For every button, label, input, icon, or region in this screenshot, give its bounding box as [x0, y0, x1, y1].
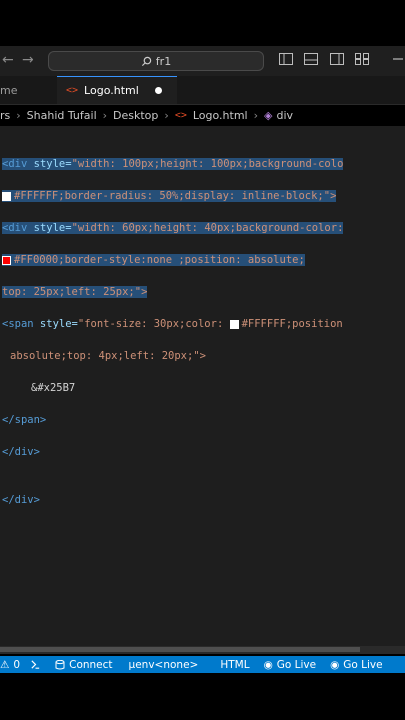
- code-token-string: "width: 60px;height: 40px;background-col…: [71, 222, 344, 234]
- breadcrumb-item[interactable]: rs: [0, 109, 10, 122]
- code-token-entity: &#x25B7: [31, 382, 76, 394]
- code-line: <span style="font-size: 30px;color: #FFF…: [2, 316, 343, 332]
- code-token-tag: <span: [2, 318, 34, 330]
- code-line: &#x25B7: [2, 380, 343, 396]
- database-icon: [55, 659, 65, 669]
- horizontal-scrollbar[interactable]: [0, 646, 405, 654]
- toggle-secondary-sidebar-icon[interactable]: [330, 53, 344, 65]
- code-token-tag: </div>: [2, 494, 40, 506]
- chevron-right-icon: ›: [164, 108, 169, 122]
- color-swatch-icon[interactable]: [2, 255, 11, 265]
- go-live-label: Go Live: [276, 658, 317, 671]
- forward-arrow-icon[interactable]: →: [22, 52, 34, 68]
- code-token-string: top: 25px;left: 25px;">: [2, 286, 148, 298]
- broadcast-icon: ◉: [330, 658, 340, 671]
- code-token-string: #FF0000;border-style:none ;position: abs…: [14, 254, 305, 266]
- tab-label: me: [0, 83, 18, 97]
- search-text: fr1: [155, 54, 172, 68]
- go-live-button[interactable]: ◉ Go Live: [264, 659, 317, 671]
- unsaved-dot-icon[interactable]: [154, 87, 162, 94]
- problems-indicator[interactable]: ⚠ 0: [0, 659, 20, 671]
- breadcrumb-item[interactable]: div: [276, 109, 293, 122]
- breadcrumb-item[interactable]: Logo.html: [193, 109, 248, 122]
- connect-button[interactable]: Connect: [55, 658, 113, 671]
- remote-indicator[interactable]: [30, 659, 41, 670]
- status-bar: ⚠ 0 Connect μenv<none> HTML ◉ Go Live ◉ …: [0, 656, 405, 673]
- customize-layout-icon[interactable]: [355, 53, 369, 65]
- tab-label: Logo.html: [84, 84, 139, 97]
- video-top-band: [0, 0, 405, 46]
- venv-label: μenv<none>: [128, 658, 199, 671]
- color-swatch-icon[interactable]: [2, 191, 11, 201]
- code-token-string: #FFFFFF;position: [241, 318, 343, 330]
- code-token-tag: </div>: [2, 446, 40, 458]
- html-file-icon: <>: [66, 85, 79, 96]
- code-token-tag: <div: [2, 158, 28, 170]
- code-line: absolute;top: 4px;left: 20px;">: [2, 348, 343, 364]
- language-mode[interactable]: HTML: [220, 659, 249, 671]
- scrollbar-thumb[interactable]: [0, 647, 360, 652]
- warning-icon: ⚠: [0, 658, 10, 671]
- remote-icon: [31, 660, 40, 669]
- connect-label: Connect: [69, 658, 113, 671]
- chevron-right-icon: ›: [253, 108, 259, 122]
- go-live-button-2[interactable]: ◉ Go Live: [330, 659, 383, 671]
- breadcrumb-item[interactable]: Shahid Tufail: [27, 109, 97, 122]
- tab-previous[interactable]: me: [0, 76, 57, 104]
- code-line: </span>: [2, 412, 343, 428]
- code-lines: <div style="width: 100px;height: 100px;b…: [2, 140, 344, 540]
- chevron-right-icon: ›: [102, 108, 108, 122]
- code-token-string: "font-size: 30px;color:: [77, 318, 230, 330]
- toggle-primary-sidebar-icon[interactable]: [279, 53, 293, 65]
- toggle-panel-icon[interactable]: [304, 53, 318, 65]
- tab-logo-html[interactable]: <> Logo.html: [57, 76, 177, 104]
- video-bottom-band: [0, 673, 405, 720]
- minimize-icon[interactable]: [391, 53, 403, 65]
- code-line: <div style="width: 60px;height: 40px;bac…: [2, 220, 344, 236]
- code-line: #FFFFFF;border-radius: 50%;display: inli…: [2, 188, 343, 204]
- code-editor[interactable]: <div style="width: 100px;height: 100px;b…: [0, 126, 405, 646]
- language-label: HTML: [220, 658, 250, 671]
- color-swatch-icon[interactable]: [229, 319, 239, 329]
- code-line: </div>: [2, 492, 343, 508]
- go-live-label: Go Live: [343, 658, 383, 671]
- code-token-tag: </span>: [2, 414, 47, 426]
- back-arrow-icon[interactable]: ←: [2, 52, 14, 68]
- element-icon: ◈: [264, 108, 273, 122]
- code-token-string: "width: 100px;height: 100px;background-c…: [71, 158, 344, 170]
- code-token-string: absolute;top: 4px;left: 20px;">: [10, 350, 206, 362]
- code-line: </div>: [2, 444, 343, 460]
- broadcast-icon: ◉: [263, 658, 273, 671]
- code-token-attr: style=: [27, 222, 72, 234]
- chevron-right-icon: ›: [16, 108, 21, 122]
- problems-count: 0: [13, 658, 21, 671]
- code-token-string: #FFFFFF;border-radius: 50%;display: inli…: [14, 190, 337, 202]
- code-token-tag: <div: [2, 222, 28, 234]
- code-token-attr: style=: [27, 158, 72, 170]
- search-icon: [141, 56, 152, 66]
- code-token-attr: style=: [33, 318, 78, 330]
- code-line: #FF0000;border-style:none ;position: abs…: [2, 252, 343, 268]
- command-center-search[interactable]: fr1: [48, 51, 264, 71]
- python-env-indicator[interactable]: μenv<none>: [129, 659, 199, 671]
- code-line: top: 25px;left: 25px;">: [2, 284, 343, 300]
- code-line: <div style="width: 100px;height: 100px;b…: [2, 156, 344, 172]
- html-file-icon: <>: [174, 109, 187, 121]
- breadcrumb-item[interactable]: Desktop: [113, 109, 158, 122]
- breadcrumb: rs › Shahid Tufail › Desktop › <> Logo.h…: [0, 106, 405, 124]
